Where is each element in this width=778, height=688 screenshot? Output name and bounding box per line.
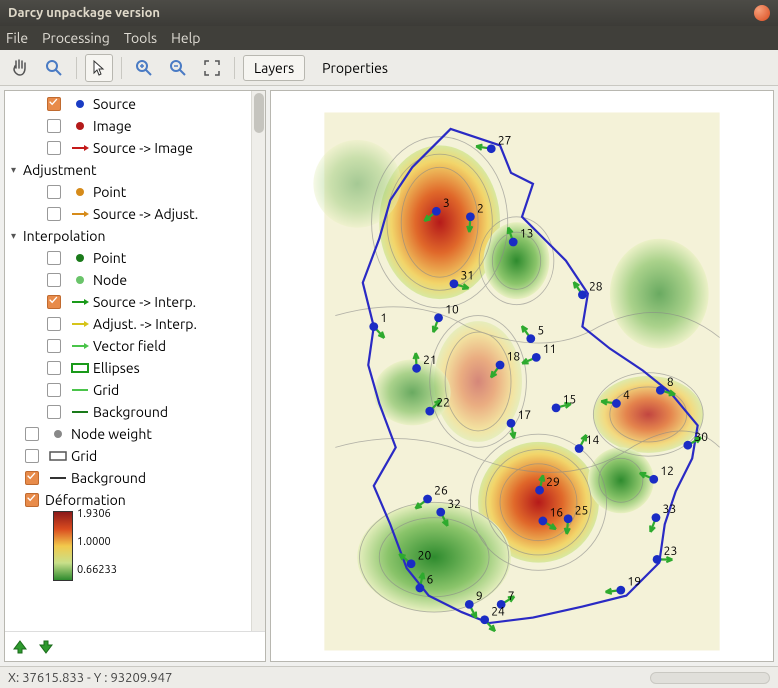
layer-int-grid[interactable]: Grid bbox=[5, 379, 251, 401]
svg-text:15: 15 bbox=[563, 393, 577, 406]
svg-text:32: 32 bbox=[447, 498, 461, 511]
status-coords: X: 37615.833 - Y : 93209.947 bbox=[8, 671, 172, 685]
svg-text:16: 16 bbox=[549, 507, 563, 520]
svg-text:19: 19 bbox=[627, 576, 641, 589]
titlebar: Darcy unpackage version bbox=[0, 0, 778, 26]
layer-node-weight[interactable]: Node weight bbox=[5, 423, 251, 445]
svg-text:23: 23 bbox=[664, 545, 678, 558]
pan-tool[interactable] bbox=[6, 54, 34, 82]
svg-text:14: 14 bbox=[586, 434, 600, 447]
svg-text:26: 26 bbox=[434, 485, 448, 498]
svg-text:31: 31 bbox=[461, 269, 475, 282]
layer-adj-point[interactable]: Point bbox=[5, 181, 251, 203]
svg-text:11: 11 bbox=[543, 343, 557, 356]
svg-text:25: 25 bbox=[575, 504, 589, 517]
svg-text:33: 33 bbox=[663, 503, 677, 516]
menubar: File Processing Tools Help bbox=[0, 26, 778, 50]
resize-grip[interactable] bbox=[650, 672, 770, 684]
svg-text:28: 28 bbox=[589, 280, 603, 293]
window-title: Darcy unpackage version bbox=[8, 6, 160, 20]
svg-text:6: 6 bbox=[426, 574, 433, 587]
tab-layers[interactable]: Layers bbox=[243, 55, 305, 81]
menu-processing[interactable]: Processing bbox=[42, 30, 110, 46]
layer-int-adjust[interactable]: Adjust. -> Interp. bbox=[5, 313, 251, 335]
group-adjustment[interactable]: ▾Adjustment bbox=[5, 159, 251, 181]
legend-values: 1.9306 1.0000 0.66233 bbox=[77, 509, 117, 593]
layer-int-ellipses[interactable]: Ellipses bbox=[5, 357, 251, 379]
layer-image[interactable]: Image bbox=[5, 115, 251, 137]
map-canvas[interactable]: 1234567891011121314151617181920212223242… bbox=[270, 90, 774, 662]
svg-text:8: 8 bbox=[667, 376, 674, 389]
svg-text:18: 18 bbox=[507, 351, 521, 364]
menu-help[interactable]: Help bbox=[171, 30, 200, 46]
svg-text:22: 22 bbox=[436, 397, 450, 410]
svg-text:3: 3 bbox=[443, 197, 450, 210]
layer-int-point[interactable]: Point bbox=[5, 247, 251, 269]
layer-int-node[interactable]: Node bbox=[5, 269, 251, 291]
svg-text:5: 5 bbox=[537, 324, 544, 337]
move-down-icon[interactable] bbox=[37, 638, 55, 656]
svg-text:10: 10 bbox=[445, 303, 459, 316]
svg-text:29: 29 bbox=[546, 476, 560, 489]
svg-text:12: 12 bbox=[660, 465, 674, 478]
pointer-tool[interactable] bbox=[85, 54, 113, 82]
tab-properties[interactable]: Properties bbox=[311, 55, 399, 81]
svg-text:27: 27 bbox=[498, 134, 512, 147]
svg-text:13: 13 bbox=[520, 228, 534, 241]
svg-text:4: 4 bbox=[623, 389, 630, 402]
svg-text:9: 9 bbox=[476, 590, 483, 603]
group-interpolation[interactable]: ▾Interpolation bbox=[5, 225, 251, 247]
svg-text:21: 21 bbox=[423, 354, 437, 367]
menu-file[interactable]: File bbox=[6, 30, 28, 46]
layer-background[interactable]: Background bbox=[5, 467, 251, 489]
svg-text:2: 2 bbox=[477, 202, 484, 215]
layer-source-image[interactable]: Source -> Image bbox=[5, 137, 251, 159]
svg-text:17: 17 bbox=[518, 409, 532, 422]
move-up-icon[interactable] bbox=[11, 638, 29, 656]
close-icon[interactable] bbox=[754, 5, 770, 21]
toolbar: Layers Properties bbox=[0, 50, 778, 86]
legend-gradient bbox=[53, 511, 73, 581]
svg-text:1: 1 bbox=[380, 312, 387, 325]
layer-int-source[interactable]: Source -> Interp. bbox=[5, 291, 251, 313]
layer-tree[interactable]: Source Image Source -> Image ▾Adjustment… bbox=[5, 91, 251, 631]
layer-deformation[interactable]: Déformation bbox=[5, 489, 251, 511]
tree-scrollbar[interactable] bbox=[251, 91, 265, 631]
menu-tools[interactable]: Tools bbox=[124, 30, 157, 46]
svg-text:24: 24 bbox=[491, 605, 505, 618]
zoom-in-tool[interactable] bbox=[130, 54, 158, 82]
layer-int-background[interactable]: Background bbox=[5, 401, 251, 423]
layer-adj-source[interactable]: Source -> Adjust. bbox=[5, 203, 251, 225]
svg-text:20: 20 bbox=[418, 549, 432, 562]
layers-panel: Source Image Source -> Image ▾Adjustment… bbox=[4, 90, 266, 662]
svg-text:7: 7 bbox=[508, 590, 515, 603]
layer-reorder bbox=[5, 631, 265, 661]
statusbar: X: 37615.833 - Y : 93209.947 bbox=[0, 666, 778, 688]
zoom-tool[interactable] bbox=[40, 54, 68, 82]
fit-tool[interactable] bbox=[198, 54, 226, 82]
svg-text:30: 30 bbox=[694, 431, 708, 444]
layer-source[interactable]: Source bbox=[5, 93, 251, 115]
zoom-out-tool[interactable] bbox=[164, 54, 192, 82]
layer-grid[interactable]: Grid bbox=[5, 445, 251, 467]
layer-int-vector[interactable]: Vector field bbox=[5, 335, 251, 357]
